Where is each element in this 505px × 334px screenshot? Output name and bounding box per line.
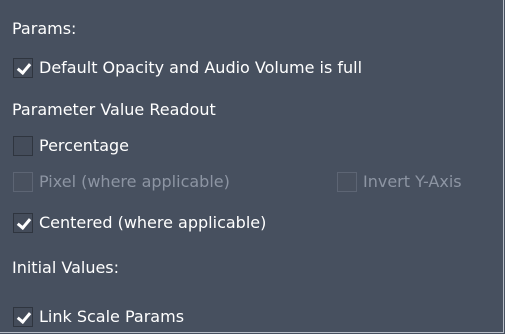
invert-y-checkbox[interactable] [337,172,357,192]
pixel-checkbox[interactable] [13,172,33,192]
default-opacity-checkbox[interactable] [13,58,33,78]
pixel-option[interactable]: Pixel (where applicable) [13,170,230,194]
link-scale-option[interactable]: Link Scale Params [13,305,184,329]
link-scale-checkbox[interactable] [13,307,33,327]
centered-label[interactable]: Centered (where applicable) [39,211,266,235]
params-heading-row: Params: [12,17,76,41]
default-opacity-option[interactable]: Default Opacity and Audio Volume is full [13,56,362,80]
centered-option[interactable]: Centered (where applicable) [13,211,266,235]
readout-heading: Parameter Value Readout [12,100,216,119]
params-heading: Params: [12,19,77,38]
invert-y-option[interactable]: Invert Y-Axis [337,170,462,194]
invert-y-label[interactable]: Invert Y-Axis [363,170,462,194]
percentage-label[interactable]: Percentage [39,134,129,158]
link-scale-label[interactable]: Link Scale Params [39,305,184,329]
initial-values-heading-row: Initial Values: [12,256,119,280]
initial-values-heading: Initial Values: [12,258,120,277]
params-panel: Params: Default Opacity and Audio Volume… [0,0,504,333]
readout-heading-row: Parameter Value Readout [12,98,216,122]
percentage-checkbox[interactable] [13,136,33,156]
pixel-label[interactable]: Pixel (where applicable) [39,170,230,194]
centered-checkbox[interactable] [13,213,33,233]
percentage-option[interactable]: Percentage [13,134,129,158]
default-opacity-label[interactable]: Default Opacity and Audio Volume is full [39,56,362,80]
